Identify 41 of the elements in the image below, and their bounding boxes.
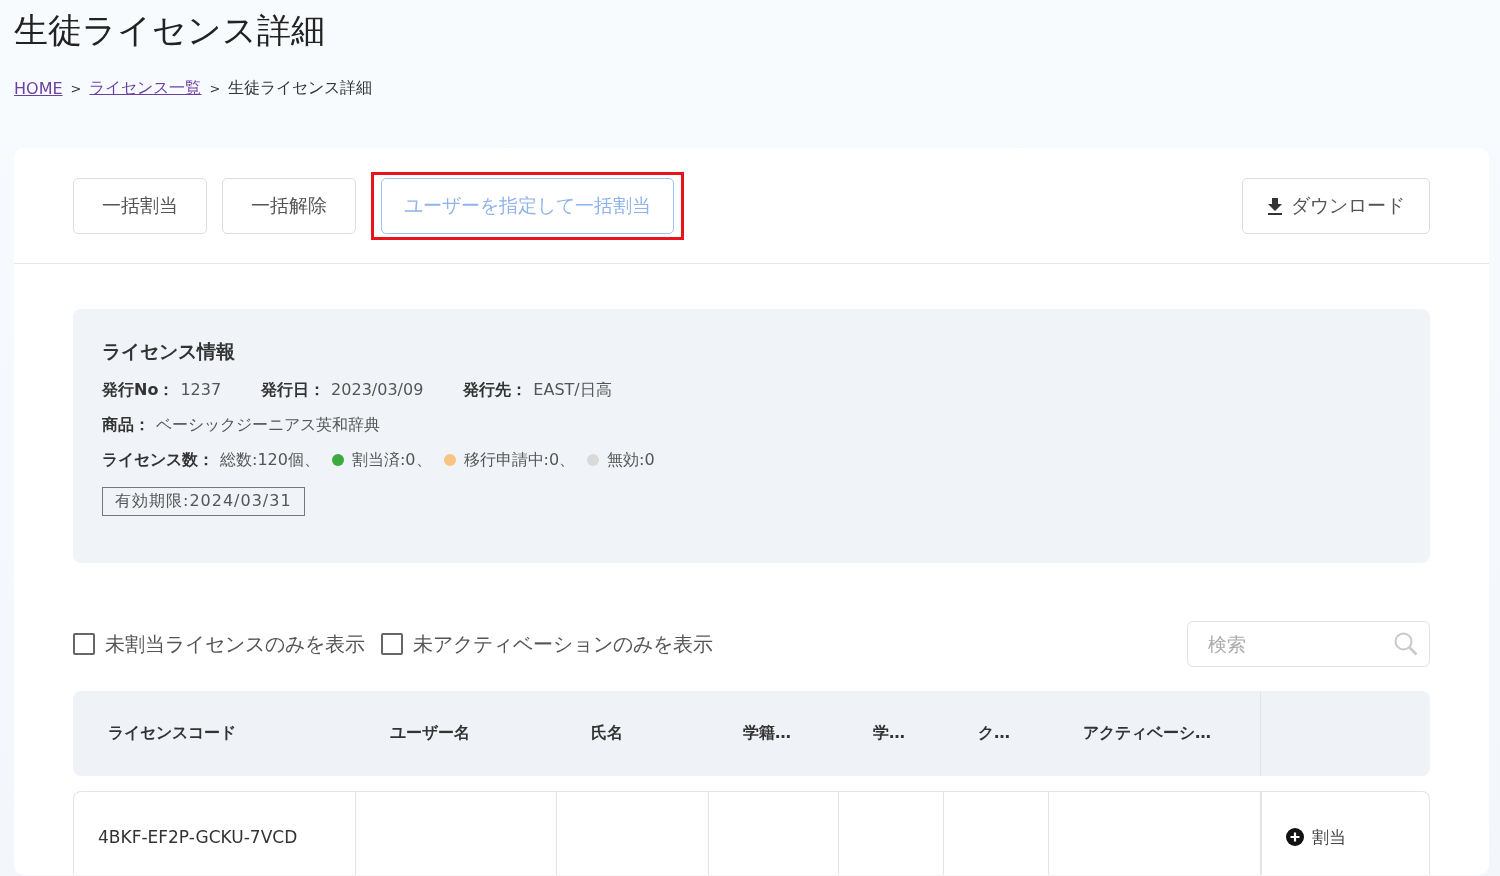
status-count: 無効:0	[607, 449, 655, 471]
column-header: 学…	[873, 723, 905, 744]
breadcrumb-link[interactable]: ライセンス一覧	[89, 77, 202, 99]
field-label: 発行先：	[463, 379, 528, 401]
breadcrumb-separator: >	[70, 80, 82, 96]
status-count: 移行申請中:0、	[463, 449, 576, 471]
plus-circle-icon	[1286, 828, 1304, 846]
download-icon	[1267, 196, 1283, 215]
download-button[interactable]: ダウンロード	[1242, 177, 1430, 234]
field-label: ライセンス数：	[102, 449, 214, 471]
column-header: ユーザー名	[390, 723, 470, 744]
page-title: 生徒ライセンス詳細	[14, 9, 326, 52]
field-value: 1237	[180, 379, 222, 401]
search-icon	[1393, 631, 1419, 657]
breadcrumb-separator: >	[209, 80, 221, 96]
field-value: ベーシックジーニアス英和辞典	[156, 414, 380, 436]
section-title: ライセンス情報	[102, 339, 236, 364]
toolbar-button[interactable]: 一括割当	[73, 177, 207, 234]
breadcrumb-current: 生徒ライセンス詳細	[228, 77, 373, 99]
field-label: 発行No：	[102, 379, 175, 401]
column-header: ライセンスコード	[108, 723, 236, 744]
breadcrumb-link[interactable]: HOME	[14, 78, 63, 98]
assign-button[interactable]: 割当	[1286, 825, 1346, 849]
column-header: 学籍…	[743, 723, 791, 744]
column-header: 氏名	[591, 723, 623, 744]
checkbox[interactable]	[381, 633, 403, 655]
search-field[interactable]: 検索	[1187, 621, 1430, 667]
checkbox-label: 未アクティベーションのみを表示	[413, 630, 713, 658]
field-label: 発行日：	[261, 379, 326, 401]
field-value: 総数:120個、	[220, 449, 320, 471]
column-header: ク…	[978, 723, 1010, 744]
toolbar-button[interactable]: 一括解除	[222, 177, 356, 234]
field-label: 商品：	[102, 414, 150, 436]
checkbox-label: 未割当ライセンスのみを表示	[105, 630, 365, 658]
column-header: アクティベーシ…	[1083, 723, 1211, 744]
field-value: EAST/日高	[533, 379, 612, 401]
table-cell: 4BKF-EF2P-GCKU-7VCD	[98, 827, 298, 847]
checkbox[interactable]	[73, 633, 95, 655]
field-value: 2023/03/09	[331, 379, 424, 401]
expiry-tag: 有効期限:2024/03/31	[102, 487, 305, 516]
status-count: 割当済:0、	[351, 449, 432, 471]
